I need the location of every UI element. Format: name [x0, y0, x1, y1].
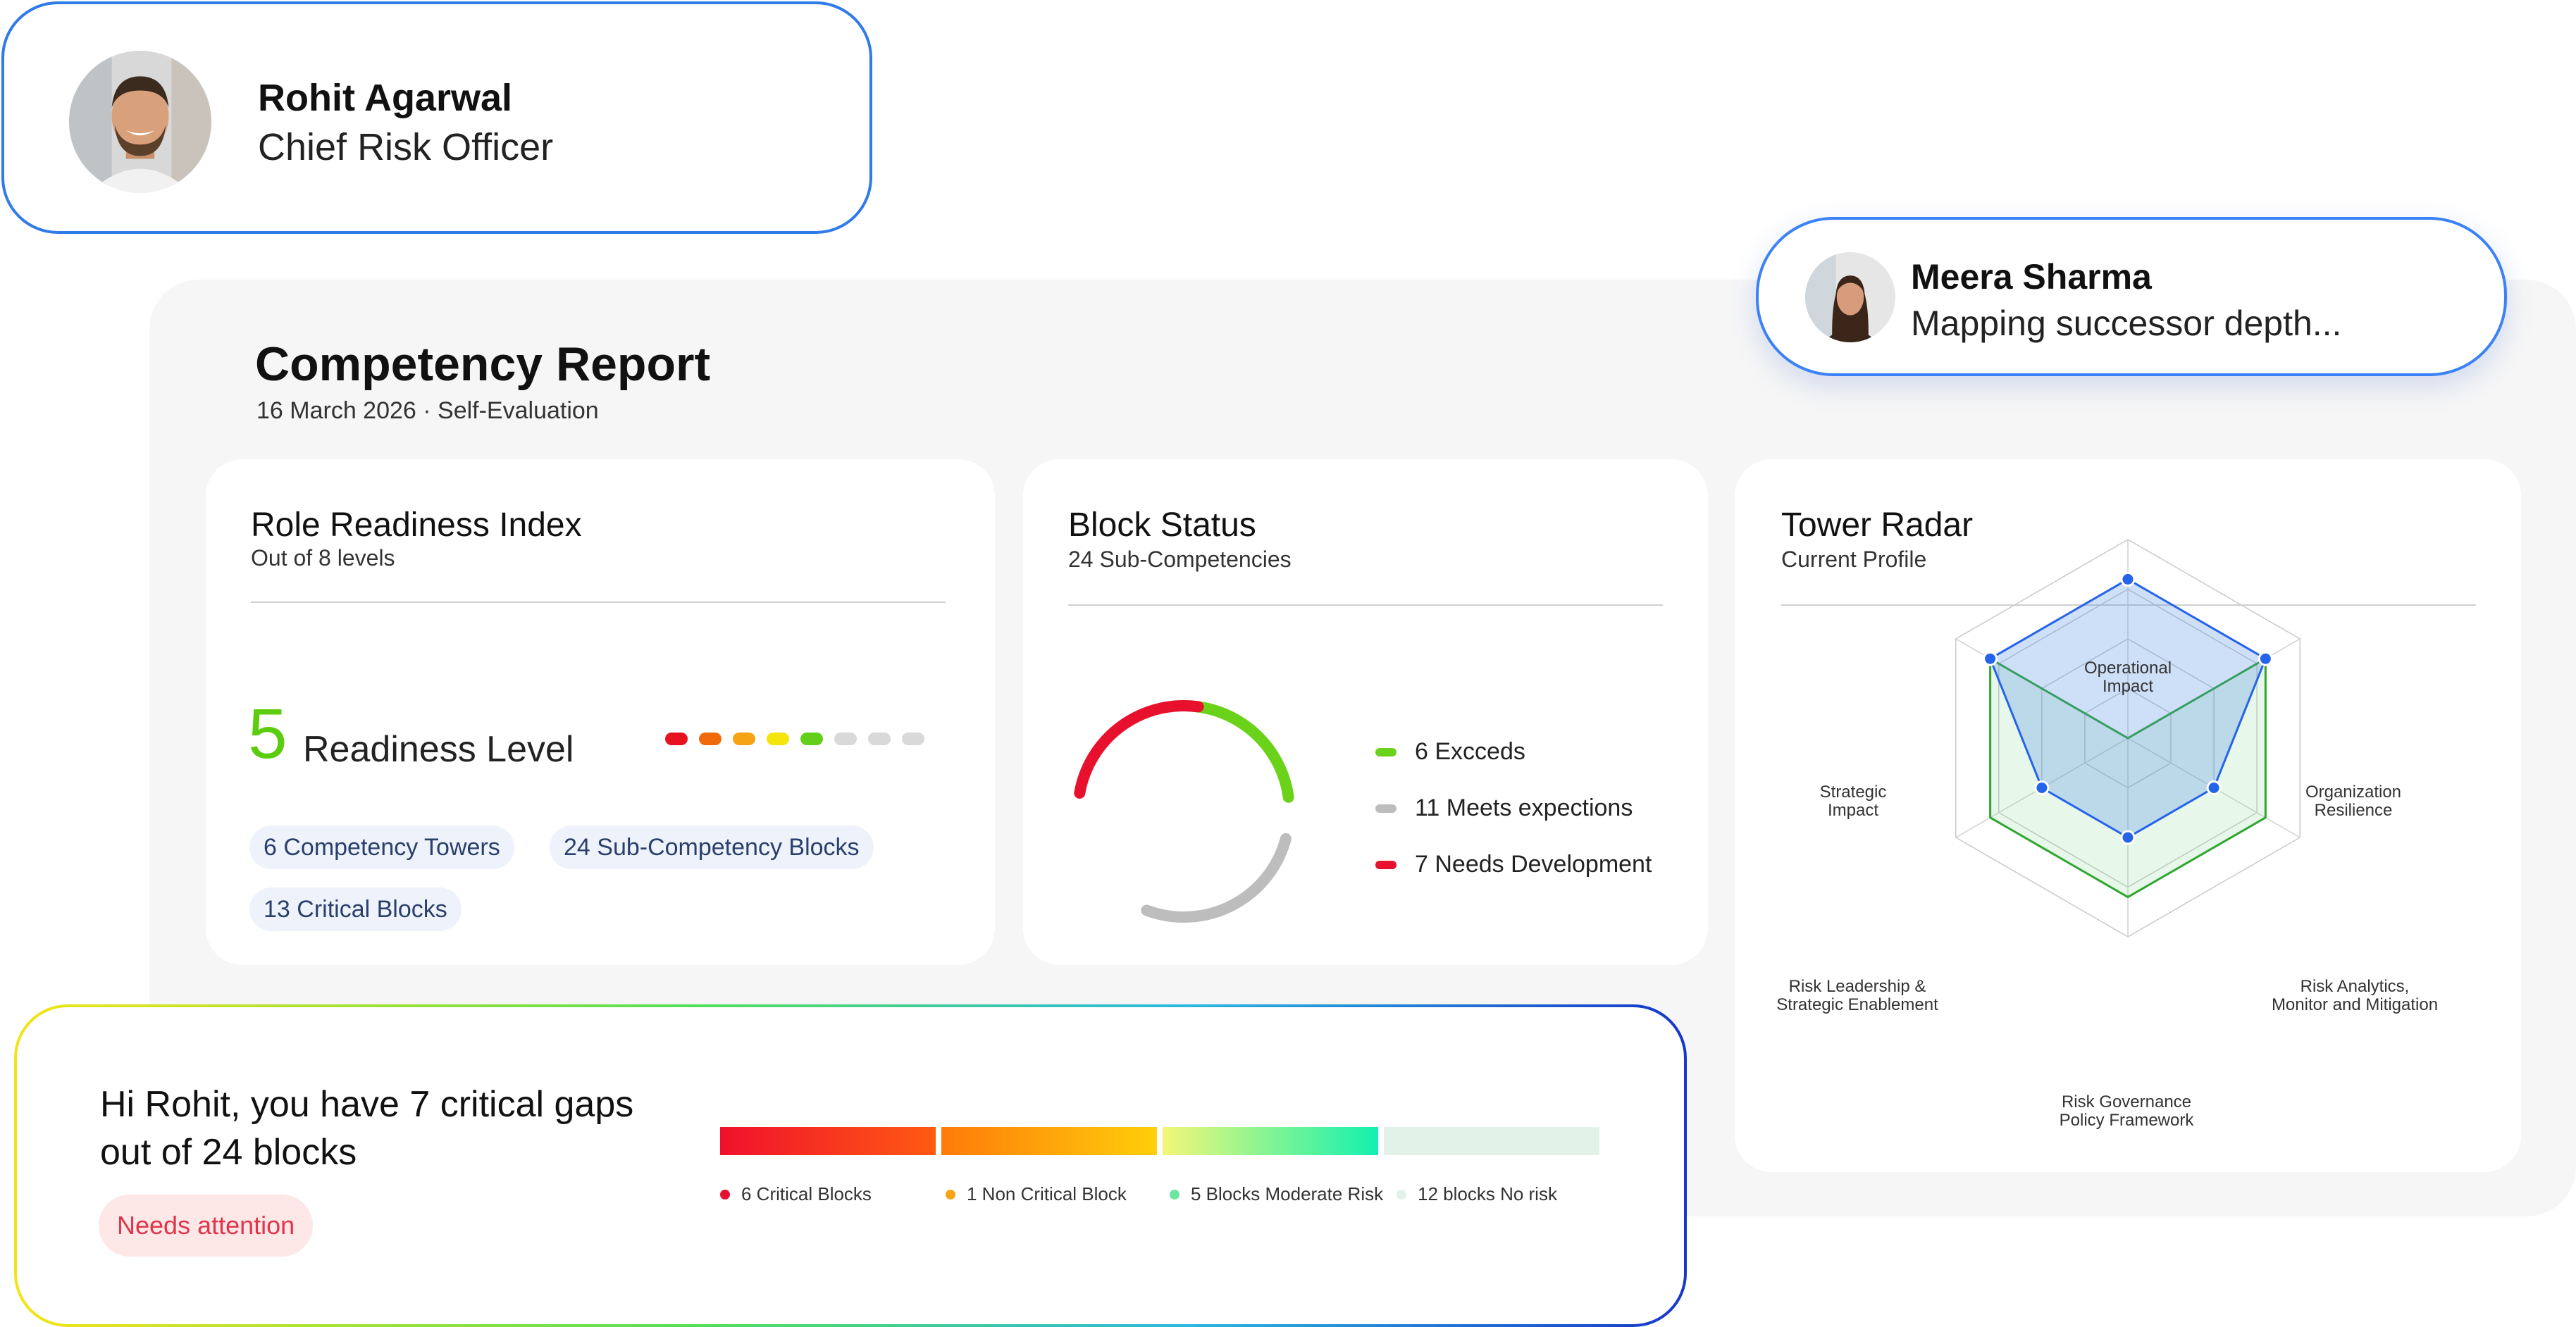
readiness-dot-3 — [733, 733, 755, 745]
avatar — [69, 51, 211, 193]
legend-dot — [720, 1189, 730, 1200]
toast-message: Mapping successor depth... — [1911, 304, 2342, 343]
legend-label: 12 blocks No risk — [1418, 1183, 1557, 1204]
successor-toast[interactable]: Meera Sharma Mapping successor depth... — [1756, 217, 2507, 376]
legend-dot — [946, 1189, 955, 1200]
gap-alert-message: Hi Rohit, you have 7 critical gaps out o… — [100, 1084, 634, 1173]
readiness-dot-4 — [767, 733, 789, 745]
legend-swatch — [1375, 804, 1397, 813]
gap-alert-card-inner: Hi Rohit, you have 7 critical gaps out o… — [17, 1007, 1684, 1324]
radar-point — [2034, 780, 2050, 795]
toast-name: Meera Sharma — [1911, 257, 2152, 297]
radar-axis-label: Organization Resilience — [2305, 783, 2401, 820]
donut-segment-meets — [1072, 700, 1295, 923]
gap-alert-card: Hi Rohit, you have 7 critical gaps out o… — [14, 1004, 1687, 1327]
legend-dot — [1170, 1189, 1179, 1200]
readiness-dot-5 — [800, 733, 823, 745]
chip-critical-blocks[interactable]: 13 Critical Blocks — [249, 887, 462, 931]
page-title: Competency Report — [255, 337, 711, 391]
chip-sub-competency-blocks[interactable]: 24 Sub-Competency Blocks — [550, 826, 874, 869]
readiness-dot-2 — [699, 733, 722, 745]
legend-label: 1 Non Critical Block — [967, 1183, 1127, 1204]
legend-label: 6 Critical Blocks — [741, 1183, 872, 1204]
radar-point — [1983, 651, 1998, 666]
readiness-level-label: Readiness Level — [303, 729, 574, 770]
panel-subtitle: Out of 8 levels — [251, 545, 395, 571]
profile-role: Chief Risk Officer — [258, 126, 554, 168]
risk-bar-no-risk — [1384, 1127, 1599, 1155]
tower-radar-chart: Operational ImpactOrganization ResilienceR… — [1776, 539, 2438, 1130]
risk-legend-moderate: 5 Blocks Moderate Risk — [1170, 1183, 1383, 1205]
radar-point — [2206, 780, 2222, 795]
readiness-dot-8 — [902, 733, 924, 745]
risk-bar-critical — [720, 1127, 936, 1155]
legend-label: 6 Excceds — [1415, 738, 1525, 765]
divider — [251, 602, 946, 603]
legend-label: 7 Needs Development — [1415, 851, 1652, 878]
legend-label: 11 Meets expections — [1415, 795, 1633, 821]
risk-legend-non-critical: 1 Non Critical Block — [946, 1183, 1127, 1205]
panel-title: Block Status — [1068, 506, 1256, 544]
profile-card[interactable]: Rohit Agarwal Chief Risk Officer — [1, 1, 872, 234]
risk-bar-non-critical — [941, 1127, 1157, 1155]
legend-label: 5 Blocks Moderate Risk — [1191, 1183, 1384, 1204]
divider — [1068, 604, 1663, 606]
readiness-dot-1 — [665, 733, 688, 745]
block-status-panel: Block Status 24 Sub-Competencies 6 Excce… — [1023, 459, 1708, 965]
tower-radar-panel: Tower Radar Current Profile Operational I… — [1735, 459, 2521, 1172]
risk-legend-critical: 6 Critical Blocks — [720, 1183, 872, 1205]
legend-meets: 11 Meets expections — [1375, 795, 1633, 822]
radar-point — [2120, 830, 2136, 845]
panel-subtitle: 24 Sub-Competencies — [1068, 547, 1292, 572]
readiness-level-value: 5 — [248, 694, 287, 773]
legend-dot — [1397, 1189, 1406, 1200]
radar-axis-label: Risk Leadership & Strategic Enablement — [1776, 977, 1938, 1014]
radar-point — [2120, 571, 2136, 587]
page-subtitle: 16 March 2026 · Self-Evaluation — [256, 397, 599, 424]
radar-axis-label: Risk Governance Policy Framework — [2060, 1092, 2195, 1130]
role-readiness-panel: Role Readiness Index Out of 8 levels 5 R… — [206, 459, 995, 965]
readiness-dot-6 — [834, 733, 857, 745]
chip-competency-towers[interactable]: 6 Competency Towers — [249, 826, 514, 869]
panel-title: Role Readiness Index — [251, 506, 582, 544]
radar-point — [2258, 651, 2273, 666]
readiness-level-dots — [665, 733, 924, 745]
legend-swatch — [1375, 860, 1397, 869]
risk-bar-moderate — [1163, 1127, 1378, 1155]
avatar — [1805, 252, 1895, 342]
legend-swatch — [1375, 747, 1397, 756]
legend-needs: 7 Needs Development — [1375, 851, 1652, 878]
radar-axis-label: Risk Analytics, Monitor and Mitigation — [2272, 977, 2438, 1014]
profile-name: Rohit Agarwal — [258, 77, 513, 119]
readiness-dot-7 — [868, 733, 891, 745]
risk-legend-no-risk: 12 blocks No risk — [1397, 1183, 1557, 1205]
block-status-donut — [1072, 699, 1295, 923]
needs-attention-badge[interactable]: Needs attention — [99, 1195, 314, 1257]
radar-axis-label: Strategic Impact — [1820, 783, 1887, 820]
legend-exceeds: 6 Excceds — [1375, 738, 1525, 766]
donut-segment-needs — [1072, 699, 1295, 923]
